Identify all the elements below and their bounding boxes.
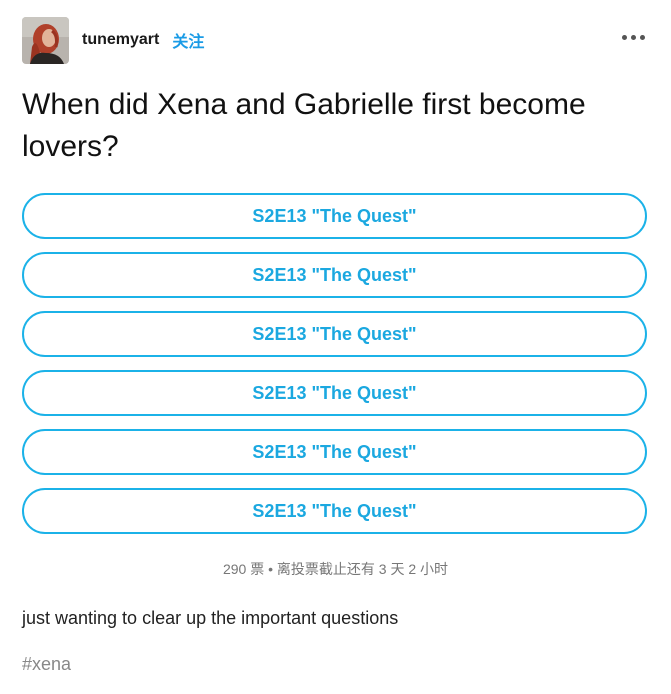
more-horizontal-icon bbox=[622, 35, 627, 40]
poll-option[interactable]: S2E13 "The Quest" bbox=[22, 429, 647, 475]
poll-option[interactable]: S2E13 "The Quest" bbox=[22, 311, 647, 357]
more-horizontal-icon bbox=[631, 35, 636, 40]
poll-options: S2E13 "The Quest" S2E13 "The Quest" S2E1… bbox=[22, 193, 647, 547]
poll-option[interactable]: S2E13 "The Quest" bbox=[22, 370, 647, 416]
poll-option[interactable]: S2E13 "The Quest" bbox=[22, 488, 647, 534]
tag-link[interactable]: #xena bbox=[22, 654, 71, 675]
post-body: just wanting to clear up the important q… bbox=[22, 608, 399, 628]
poll-question: When did Xena and Gabrielle first become… bbox=[22, 88, 586, 163]
follow-button[interactable]: 关注 bbox=[172, 28, 204, 52]
poll-option[interactable]: S2E13 "The Quest" bbox=[22, 193, 647, 239]
more-options-button[interactable] bbox=[620, 33, 647, 42]
poll-meta: 290 票 • 离投票截止还有 3 天 2 小时 bbox=[222, 561, 449, 577]
more-horizontal-icon bbox=[640, 35, 645, 40]
avatar-image bbox=[22, 16, 69, 64]
avatar[interactable] bbox=[22, 16, 69, 64]
username-link[interactable]: tunemyart bbox=[82, 31, 159, 49]
poll-option[interactable]: S2E13 "The Quest" bbox=[22, 252, 647, 298]
post-header: tunemyart 关注 bbox=[22, 16, 650, 64]
